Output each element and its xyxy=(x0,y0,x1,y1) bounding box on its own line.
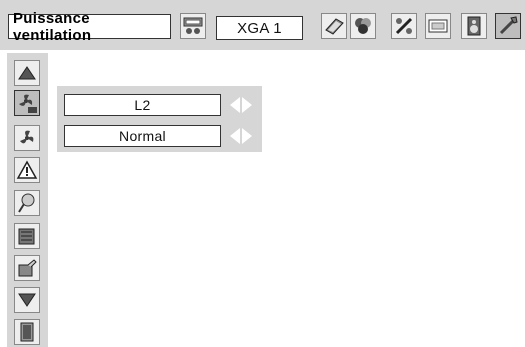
setting-icon xyxy=(499,16,518,35)
fan-mode-value: Normal xyxy=(119,128,166,144)
lamp-icon xyxy=(18,193,35,213)
scroll-up-button[interactable] xyxy=(14,60,40,86)
filter-button[interactable] xyxy=(14,223,40,249)
image-adjust-icon xyxy=(395,17,413,35)
fan-level-arrows[interactable] xyxy=(228,96,254,114)
warning-icon xyxy=(16,160,38,179)
left-arrow-icon[interactable] xyxy=(230,128,240,144)
key-lock-icon xyxy=(18,259,37,277)
key-lock-button[interactable] xyxy=(14,255,40,281)
screen-icon xyxy=(428,19,448,33)
fan-mode-field[interactable]: Normal xyxy=(64,125,221,147)
down-arrow-icon xyxy=(18,293,36,307)
pc-adjust-button[interactable] xyxy=(321,13,347,39)
left-arrow-icon[interactable] xyxy=(230,97,240,113)
warning-button[interactable] xyxy=(14,157,40,183)
image-adjust-button[interactable] xyxy=(391,13,417,39)
sound-button[interactable] xyxy=(461,13,487,39)
scroll-down-button[interactable] xyxy=(14,287,40,313)
input-connector-button[interactable] xyxy=(180,13,206,39)
setting-button[interactable] xyxy=(495,13,521,39)
right-arrow-icon[interactable] xyxy=(242,97,252,113)
lamp-button[interactable] xyxy=(14,190,40,216)
input-source-box: XGA 1 xyxy=(216,16,303,40)
exit-door-icon xyxy=(20,322,34,342)
menu-title-text: Puissance ventilation xyxy=(13,9,92,44)
screen-button[interactable] xyxy=(425,13,451,39)
color-select-icon xyxy=(355,18,371,34)
fan-level-field[interactable]: L2 xyxy=(64,94,221,116)
fan-button[interactable] xyxy=(14,125,40,151)
fan-off-icon xyxy=(19,94,37,113)
up-arrow-icon xyxy=(18,66,36,80)
exit-button[interactable] xyxy=(14,319,40,345)
input-connector-icon xyxy=(183,17,203,34)
fan-mode-arrows[interactable] xyxy=(228,127,254,145)
sound-icon xyxy=(467,16,481,36)
right-arrow-icon[interactable] xyxy=(242,128,252,144)
input-source-label: XGA 1 xyxy=(237,19,282,37)
pc-adjust-icon xyxy=(325,18,344,35)
color-select-button[interactable] xyxy=(350,13,376,39)
menu-title: Puissance ventilation xyxy=(8,10,171,44)
fan-off-button[interactable] xyxy=(14,90,40,116)
fan-icon xyxy=(20,130,34,144)
filter-icon xyxy=(18,228,35,245)
fan-level-value: L2 xyxy=(134,97,151,113)
